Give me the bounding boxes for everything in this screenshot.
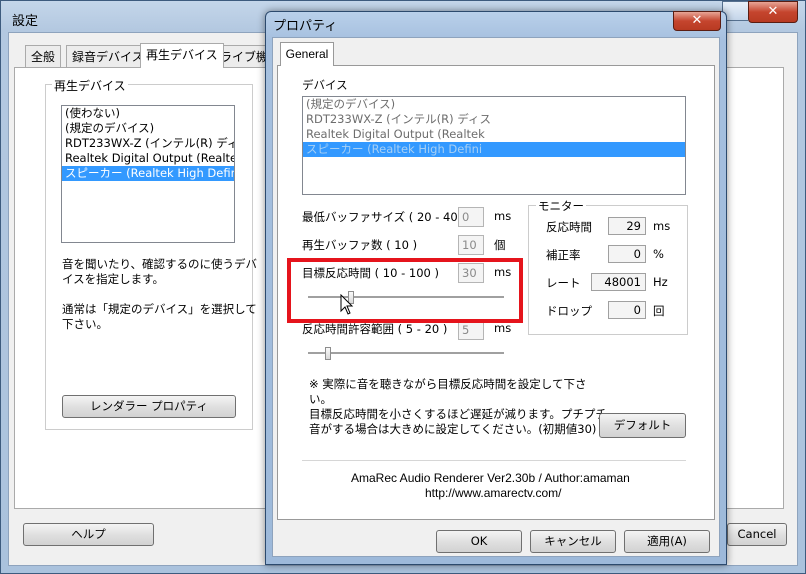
latency-note: ※ 実際に音を聴きながら目標反応時間を設定して下さ い。 目標反応時間を小さくす… [309, 377, 607, 436]
default-device-hint: 通常は「規定のデバイス」を選択して 下さい。 [62, 302, 257, 331]
monitor-correction-value: 0 [608, 245, 646, 263]
list-item-selected[interactable]: スピーカー (Realtek High Defini [303, 142, 685, 157]
tab-playback-devices[interactable]: 再生デバイス [140, 43, 224, 68]
latency-tolerance-slider-track[interactable] [308, 352, 504, 355]
monitor-rate-unit: Hz [653, 275, 668, 289]
latency-tolerance-label: 反応時間許容範囲 ( 5 - 20 ) [302, 322, 448, 336]
help-button[interactable]: ヘルプ [23, 523, 154, 546]
list-item[interactable]: (規定のデバイス) [303, 97, 685, 112]
dialog-title: プロパティ [273, 19, 338, 34]
latency-tolerance-slider-thumb[interactable] [324, 347, 331, 360]
min-buffer-field[interactable]: 0 [458, 207, 484, 227]
list-item[interactable]: Realtek Digital Output (Realtek [62, 151, 234, 166]
dialog-close-button[interactable]: ✕ [673, 11, 721, 31]
monitor-group-title: モニター [536, 198, 586, 214]
play-buffer-unit: 個 [494, 238, 506, 252]
monitor-drop-value: 0 [608, 301, 646, 319]
list-item[interactable]: RDT233WX-Z (インテル(R) ディス [303, 112, 685, 127]
list-item[interactable]: Realtek Digital Output (Realtek [303, 127, 685, 142]
highlight-box [287, 258, 523, 323]
tab-recording-devices[interactable]: 録音デバイス [66, 45, 150, 67]
device-description: 音を聞いたり、確認するのに使うデバ イスを指定します。 [62, 257, 258, 286]
monitor-rate-value: 48001 [591, 273, 646, 291]
min-buffer-label: 最低バッファサイズ ( 20 - 40 ) [302, 210, 466, 224]
device-label: デバイス [302, 78, 348, 92]
monitor-latency-unit: ms [653, 219, 671, 233]
play-buffer-label: 再生バッファ数 ( 10 ) [302, 238, 418, 252]
monitor-drop-label: ドロップ [546, 304, 592, 318]
playback-device-group-title: 再生デバイス [52, 77, 128, 94]
about-author: AmaRec Audio Renderer Ver2.30b / Author:… [351, 471, 630, 485]
latency-tolerance-field[interactable]: 5 [458, 320, 484, 340]
monitor-drop-unit: 回 [653, 304, 665, 318]
monitor-rate-label: レート [546, 276, 581, 290]
list-item[interactable]: (使わない) [62, 106, 234, 121]
device-list[interactable]: (規定のデバイス) RDT233WX-Z (インテル(R) ディス Realte… [302, 96, 686, 195]
about-url: http://www.amarectv.com/ [425, 486, 562, 500]
ok-button[interactable]: OK [436, 530, 522, 553]
monitor-latency-value: 29 [608, 217, 646, 235]
monitor-latency-label: 反応時間 [546, 220, 592, 234]
tab-general[interactable]: 全般 [25, 45, 62, 67]
settings-close-button[interactable]: ✕ [748, 1, 798, 23]
list-item[interactable]: RDT233WX-Z (インテル(R) ディス [62, 136, 234, 151]
cancel-button[interactable]: キャンセル [530, 530, 616, 553]
playback-device-list[interactable]: (使わない) (規定のデバイス) RDT233WX-Z (インテル(R) ディス… [61, 105, 235, 243]
latency-tolerance-unit: ms [494, 321, 512, 335]
mouse-cursor-icon [340, 294, 354, 315]
list-item-selected[interactable]: スピーカー (Realtek High Defini [62, 166, 234, 181]
divider [302, 460, 686, 461]
min-buffer-unit: ms [494, 209, 512, 223]
settings-window-title: 設定 [12, 14, 39, 29]
monitor-correction-unit: % [653, 247, 664, 261]
default-button[interactable]: デフォルト [599, 413, 686, 438]
play-buffer-field[interactable]: 10 [458, 235, 484, 255]
monitor-correction-label: 補正率 [546, 248, 581, 262]
apply-button[interactable]: 適用(A) [624, 530, 710, 553]
list-item[interactable]: (規定のデバイス) [62, 121, 234, 136]
tab-general[interactable]: General [280, 42, 334, 66]
settings-cancel-button[interactable]: Cancel [727, 523, 787, 546]
renderer-properties-button[interactable]: レンダラー プロパティ [62, 395, 236, 418]
